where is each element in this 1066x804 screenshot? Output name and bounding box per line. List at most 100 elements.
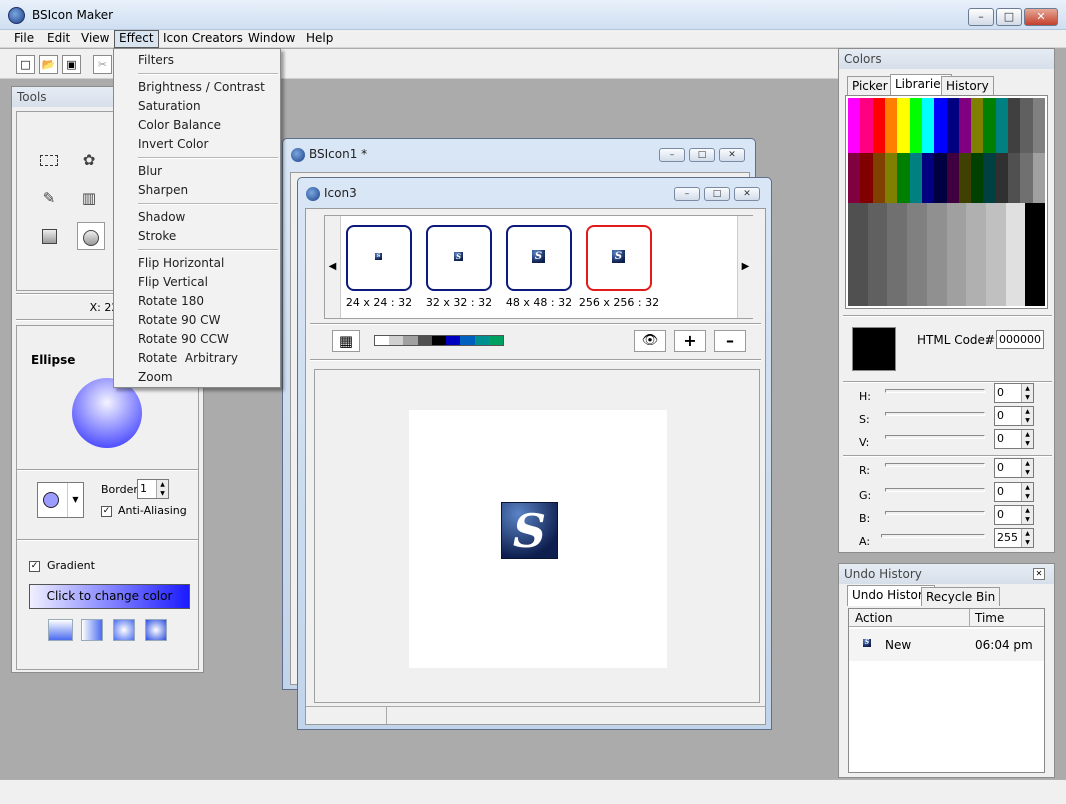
fill-style-dropdown[interactable]: ▼ (37, 482, 84, 518)
hue-spinner[interactable]: 0 ▲ ▼ (994, 383, 1034, 403)
close-icon[interactable]: ✕ (1033, 568, 1045, 580)
color-swatch[interactable] (946, 153, 959, 203)
palette-row-bright[interactable] (848, 98, 1045, 153)
spin-up-icon[interactable]: ▲ (1021, 529, 1033, 538)
color-swatch[interactable] (934, 98, 947, 153)
color-swatch[interactable] (1020, 98, 1033, 153)
color-swatch[interactable] (860, 98, 873, 153)
gradient-radial-icon[interactable] (113, 619, 135, 641)
saturation-spinner[interactable]: 0 ▲ ▼ (994, 406, 1034, 426)
spin-down-icon[interactable]: ▼ (1021, 439, 1033, 448)
eraser-icon[interactable]: ▥ (75, 184, 103, 212)
eyedropper-icon[interactable]: ✎ (35, 184, 63, 212)
menu-item-rotate-arbitrary[interactable]: Rotate Arbitrary (138, 351, 238, 365)
gradient-horizontal-icon[interactable] (81, 619, 103, 641)
color-swatch[interactable] (446, 336, 461, 345)
menu-item-stroke[interactable]: Stroke (138, 229, 176, 243)
spin-up-icon[interactable]: ▲ (1021, 506, 1033, 515)
color-swatch[interactable] (958, 153, 972, 203)
color-swatch[interactable] (860, 153, 873, 203)
close-button[interactable]: ✕ (1024, 8, 1058, 26)
menu-item-brightness-contrast[interactable]: Brightness / Contrast (138, 80, 265, 94)
spin-down-icon[interactable]: ▼ (1021, 492, 1033, 501)
menu-item-flip-horizontal[interactable]: Flip Horizontal (138, 256, 224, 270)
doc-maximize-button[interactable]: □ (689, 148, 715, 162)
color-swatch[interactable] (474, 336, 489, 345)
column-time[interactable]: Time (975, 611, 1004, 625)
tab-recycle-bin[interactable]: Recycle Bin (921, 587, 1001, 606)
color-swatch[interactable] (848, 153, 861, 203)
menu-item-saturation[interactable]: Saturation (138, 99, 201, 113)
menu-icon-creators[interactable]: Icon Creators (159, 30, 247, 48)
color-swatch[interactable] (1025, 203, 1046, 306)
menu-help[interactable]: Help (302, 30, 337, 48)
spin-up-icon[interactable]: ▲ (1021, 384, 1033, 393)
color-swatch[interactable] (375, 336, 390, 345)
color-swatch[interactable] (1020, 153, 1033, 203)
doc-close-button[interactable]: ✕ (719, 148, 745, 162)
color-swatch[interactable] (983, 98, 996, 153)
color-swatch[interactable] (1005, 203, 1026, 306)
color-swatch[interactable] (460, 336, 475, 345)
menu-item-filters[interactable]: Filters (138, 53, 174, 67)
alpha-slider[interactable] (881, 534, 985, 538)
save-icon[interactable]: ▣ (62, 55, 81, 74)
color-swatch[interactable] (867, 203, 888, 306)
rectangle-tool-icon[interactable] (35, 222, 63, 250)
color-swatch[interactable] (921, 153, 935, 203)
menu-view[interactable]: View (77, 30, 113, 48)
gradient-diamond-icon[interactable] (145, 619, 167, 641)
spin-down-icon[interactable]: ▼ (1021, 468, 1033, 477)
color-swatch[interactable] (921, 98, 935, 153)
lasso-icon[interactable]: ✿ (75, 146, 103, 174)
spin-up-icon[interactable]: ▲ (1021, 407, 1033, 416)
menu-window[interactable]: Window (244, 30, 299, 48)
color-swatch[interactable] (897, 153, 910, 203)
html-code-input[interactable]: 000000 (996, 330, 1044, 349)
cut-icon[interactable]: ✂ (93, 55, 112, 74)
mini-palette[interactable] (374, 335, 504, 346)
alpha-spinner[interactable]: 255 ▲ ▼ (994, 528, 1034, 548)
color-swatch[interactable] (389, 336, 404, 345)
scroll-right-icon[interactable]: ▶ (737, 216, 753, 318)
menu-item-rotate-180[interactable]: Rotate 180 (138, 294, 204, 308)
color-swatch[interactable] (946, 203, 967, 306)
spin-down-icon[interactable]: ▼ (1021, 416, 1033, 425)
icon3-maximize-button[interactable]: □ (704, 187, 730, 201)
hue-slider[interactable] (885, 389, 985, 393)
color-swatch[interactable] (971, 153, 984, 203)
color-swatch[interactable] (907, 203, 927, 306)
spin-up-icon[interactable]: ▲ (1021, 459, 1033, 468)
preview-eye-icon[interactable]: 👁 (634, 330, 666, 352)
color-swatch[interactable] (1008, 153, 1021, 203)
icon-canvas[interactable]: S (409, 410, 667, 668)
gradient-linear-icon[interactable] (48, 619, 73, 641)
maximize-button[interactable]: □ (996, 8, 1022, 26)
color-swatch[interactable] (417, 336, 432, 345)
color-swatch[interactable] (934, 153, 947, 203)
color-swatch[interactable] (985, 203, 1006, 306)
color-swatch[interactable] (431, 336, 447, 345)
ellipse-tool-icon[interactable] (77, 222, 105, 250)
doc-minimize-button[interactable]: – (659, 148, 685, 162)
menu-item-rotate-90-cw[interactable]: Rotate 90 CW (138, 313, 220, 327)
tab-history[interactable]: History (941, 76, 994, 95)
thumbnail-48[interactable]: S (506, 225, 572, 291)
color-swatch[interactable] (1008, 98, 1021, 153)
spin-down-icon[interactable]: ▼ (1021, 515, 1033, 524)
menu-effect[interactable]: Effect (114, 30, 159, 48)
color-swatch[interactable] (897, 98, 910, 153)
menu-file[interactable]: File (10, 30, 38, 48)
table-row[interactable]: S New 06:04 pm (849, 629, 1044, 661)
color-swatch[interactable] (958, 98, 972, 153)
green-spinner[interactable]: 0 ▲ ▼ (994, 482, 1034, 502)
zoom-out-icon[interactable]: – (714, 330, 746, 352)
column-action[interactable]: Action (855, 611, 893, 625)
spin-down-icon[interactable]: ▼ (1021, 538, 1033, 547)
color-swatch[interactable] (909, 98, 922, 153)
menu-item-color-balance[interactable]: Color Balance (138, 118, 221, 132)
gradient-color-button[interactable]: Click to change color (29, 584, 190, 609)
color-library[interactable] (845, 95, 1048, 309)
color-swatch[interactable] (971, 98, 984, 153)
border-spinner[interactable]: 1 ▲ ▼ (137, 479, 169, 499)
